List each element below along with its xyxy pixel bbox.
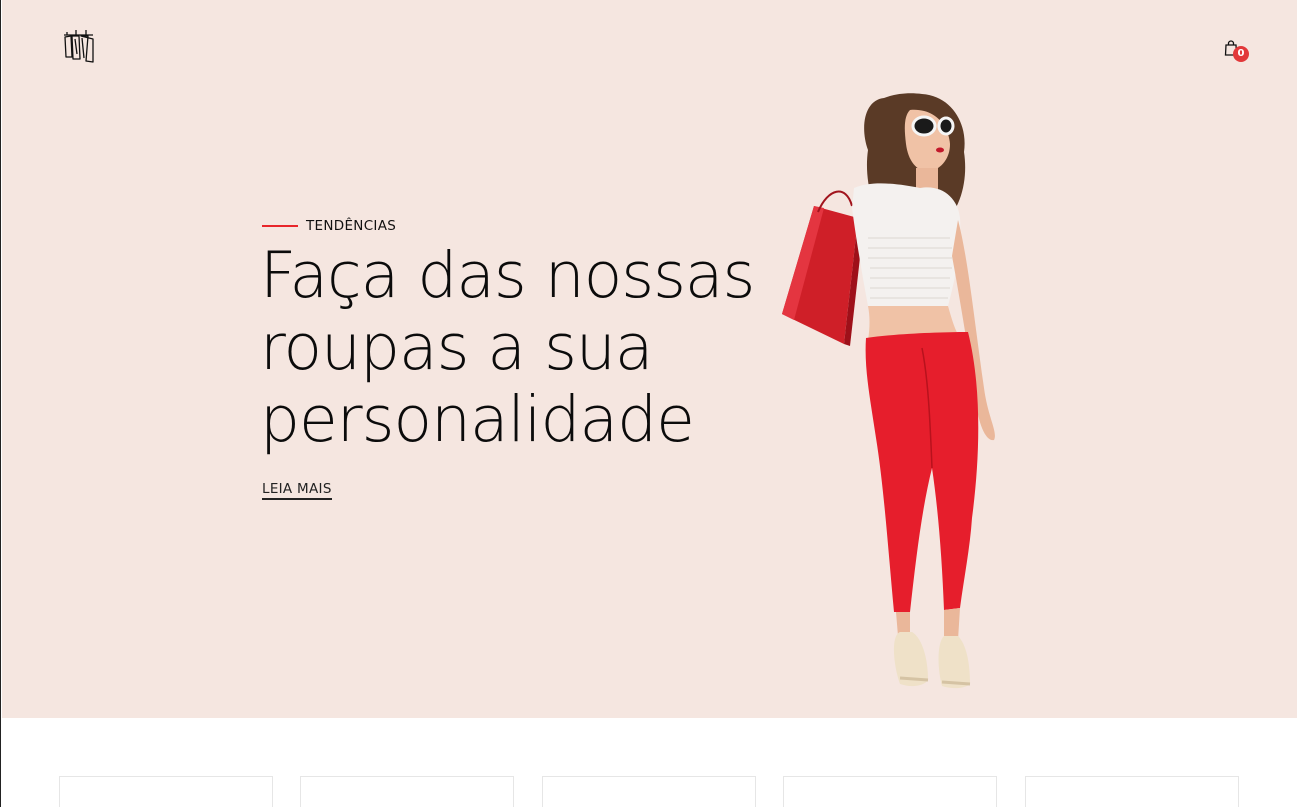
- cart-count-badge: 0: [1233, 46, 1249, 62]
- hero-model-image: [782, 93, 995, 689]
- product-card[interactable]: [1025, 776, 1239, 807]
- clothing-rack-icon: [64, 30, 94, 63]
- hero-section: 0 TENDÊNCIAS Faça das nossas roupas a su…: [2, 0, 1297, 718]
- hero-eyebrow: TENDÊNCIAS: [262, 218, 396, 234]
- eyebrow-label: TENDÊNCIAS: [306, 218, 397, 234]
- product-cards-row: [59, 776, 1241, 807]
- eyebrow-accent-line: [262, 225, 298, 227]
- page-frame: 0 TENDÊNCIAS Faça das nossas roupas a su…: [0, 0, 1297, 807]
- product-card[interactable]: [542, 776, 756, 807]
- logo-clothing-rack-icon[interactable]: [62, 28, 96, 64]
- read-more-link[interactable]: LEIA MAIS: [262, 481, 332, 500]
- hero-headline: Faça das nossas roupas a sua personalida…: [260, 239, 755, 456]
- product-card[interactable]: [783, 776, 997, 807]
- product-card[interactable]: [300, 776, 514, 807]
- product-card[interactable]: [59, 776, 273, 807]
